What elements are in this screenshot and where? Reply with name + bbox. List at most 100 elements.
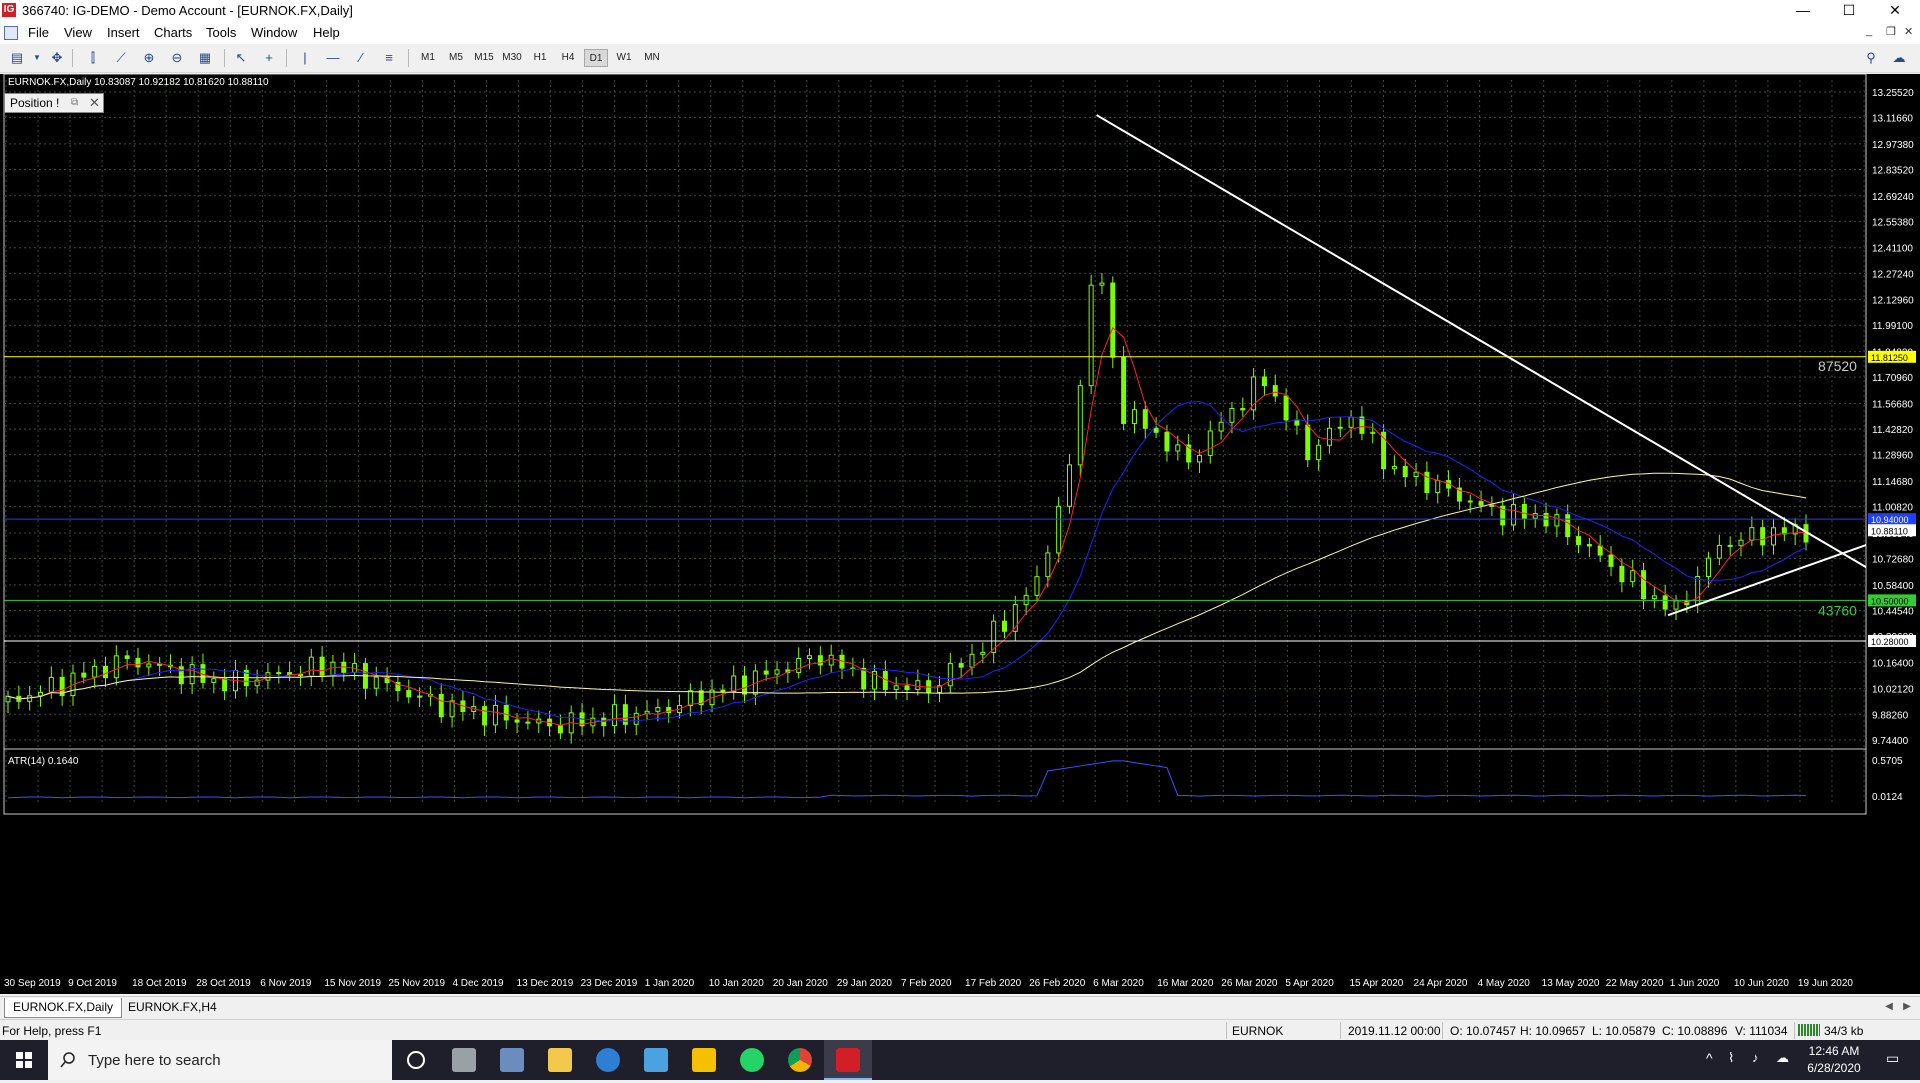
- task-view-icon[interactable]: [440, 1040, 488, 1080]
- app-icon[interactable]: [488, 1040, 536, 1080]
- candle-body: [1305, 424, 1311, 461]
- cortana-icon[interactable]: [392, 1040, 440, 1080]
- tab-eurnok-h4[interactable]: EURNOK.FX,H4: [120, 998, 225, 1017]
- tile-windows-icon[interactable]: ▦: [196, 49, 214, 67]
- notification-icon[interactable]: ▭: [1886, 1050, 1899, 1067]
- timeframe-d1[interactable]: D1: [584, 49, 608, 67]
- crosshair-icon[interactable]: +: [260, 49, 278, 67]
- candle-body: [1294, 419, 1300, 426]
- chat-icon[interactable]: ☁: [1890, 49, 1908, 67]
- timeframe-w1[interactable]: W1: [612, 49, 636, 67]
- price-axis-label: 11.14680: [1872, 477, 1913, 488]
- timeframe-m5[interactable]: M5: [444, 49, 468, 67]
- candle-body: [1196, 454, 1202, 463]
- close-icon[interactable]: ✕: [89, 95, 100, 111]
- document-icon[interactable]: [4, 26, 18, 40]
- menu-help[interactable]: Help: [313, 25, 340, 40]
- mdi-close-button[interactable]: ✕: [1904, 25, 1913, 38]
- restore-icon[interactable]: ⧉: [71, 97, 78, 108]
- date-axis-label: 5 Apr 2020: [1285, 978, 1334, 989]
- candle-body: [1337, 426, 1343, 429]
- tab-scroll-right-icon[interactable]: ▶: [1898, 998, 1916, 1016]
- price-axis-label: 11.42820: [1872, 425, 1913, 436]
- date-axis-label: 23 Dec 2019: [581, 978, 638, 989]
- candle-body: [265, 672, 271, 681]
- chart-area[interactable]: 13.25520 13.11660 12.97380 12.83520 12.69240…: [0, 74, 1920, 994]
- timeframe-h1[interactable]: H1: [528, 49, 552, 67]
- tray-chevron-icon[interactable]: ^: [1706, 1050, 1713, 1066]
- candle-body: [1077, 385, 1083, 466]
- status-symbol: EURNOK: [1232, 1024, 1284, 1038]
- status-separator: [1442, 1022, 1443, 1039]
- vertical-line-icon[interactable]: |: [296, 49, 314, 67]
- timeframe-m30[interactable]: M30: [500, 49, 524, 67]
- cursor-icon[interactable]: ↖: [232, 49, 250, 67]
- bar-chart-icon[interactable]: ⫿: [84, 49, 102, 67]
- candle-body: [1630, 570, 1636, 583]
- date-axis-label: 10 Jan 2020: [709, 978, 764, 989]
- dropdown-arrow-icon[interactable]: ▼: [28, 49, 46, 67]
- hline-label-43760: 43760: [1818, 602, 1857, 618]
- candle-body: [1467, 500, 1473, 503]
- menu-tools[interactable]: Tools: [206, 25, 236, 40]
- horizontal-line-icon[interactable]: —: [324, 49, 342, 67]
- candle-body: [449, 700, 455, 718]
- price-axis-label: 13.11660: [1872, 114, 1913, 125]
- close-button[interactable]: ✕: [1872, 0, 1918, 22]
- volume-icon[interactable]: ♪: [1752, 1050, 1759, 1065]
- zoom-out-icon[interactable]: ⊖: [168, 49, 186, 67]
- price-chart[interactable]: 13.25520 13.11660 12.97380 12.83520 12.69240…: [0, 74, 1920, 994]
- position-panel-label: Position !: [10, 96, 60, 110]
- ig-icon[interactable]: [824, 1040, 872, 1080]
- channel-icon[interactable]: ≡: [380, 49, 398, 67]
- price-axis-label: 9.88260: [1872, 710, 1909, 721]
- wifi-icon[interactable]: ⌇: [1728, 1050, 1734, 1066]
- search-icon[interactable]: ⚲: [1862, 49, 1880, 67]
- clock-date[interactable]: 6/28/2020: [1796, 1061, 1872, 1075]
- line-chart-icon[interactable]: ⟋: [112, 49, 130, 67]
- candle-body: [406, 690, 412, 698]
- status-separator: [1340, 1022, 1341, 1039]
- new-chart-icon[interactable]: ▤: [8, 49, 26, 67]
- onedrive-icon[interactable]: ☁: [1776, 1050, 1789, 1066]
- candle-body: [1153, 427, 1159, 433]
- clock-time[interactable]: 12:46 AM: [1796, 1044, 1872, 1058]
- menu-charts[interactable]: Charts: [154, 25, 192, 40]
- candle-body: [1240, 408, 1246, 411]
- menu-insert[interactable]: Insert: [107, 25, 140, 40]
- candle-body: [774, 669, 780, 675]
- candle-body: [807, 655, 813, 659]
- mdi-minimize-button[interactable]: _: [1866, 25, 1872, 37]
- trendline-icon[interactable]: ∕: [352, 49, 370, 67]
- position-panel[interactable]: Position ! ⧉ ✕: [4, 93, 104, 113]
- price-axis-label: 10.44540: [1872, 606, 1914, 617]
- candle-body: [1554, 514, 1560, 527]
- candle-body: [1771, 527, 1777, 546]
- start-button[interactable]: [0, 1040, 48, 1080]
- menu-window[interactable]: Window: [251, 25, 297, 40]
- computer-icon[interactable]: [632, 1040, 680, 1080]
- tab-scroll-left-icon[interactable]: ◀: [1880, 998, 1898, 1016]
- edge-icon[interactable]: [584, 1040, 632, 1080]
- maximize-button[interactable]: ☐: [1826, 0, 1872, 22]
- minimize-button[interactable]: —: [1780, 0, 1826, 22]
- timeframe-m15[interactable]: M15: [472, 49, 496, 67]
- mdi-restore-button[interactable]: ❐: [1886, 25, 1896, 38]
- sticky-icon[interactable]: [680, 1040, 728, 1080]
- menu-file[interactable]: File: [28, 25, 49, 40]
- tab-eurnok-daily[interactable]: EURNOK.FX,Daily: [4, 998, 123, 1018]
- zoom-in-icon[interactable]: ⊕: [140, 49, 158, 67]
- crosshair-move-icon[interactable]: ✥: [48, 49, 66, 67]
- whatsapp-icon[interactable]: [728, 1040, 776, 1080]
- windows-logo-icon: [16, 1052, 32, 1068]
- candle-body: [1608, 554, 1614, 567]
- timeframe-m1[interactable]: M1: [416, 49, 440, 67]
- menu-view[interactable]: View: [64, 25, 92, 40]
- timeframe-mn[interactable]: MN: [640, 49, 664, 67]
- taskbar-search-box[interactable]: Type here to search: [48, 1040, 392, 1080]
- candle-body: [102, 665, 108, 679]
- candle-body: [1424, 471, 1430, 494]
- chrome-icon[interactable]: [776, 1040, 824, 1080]
- timeframe-h4[interactable]: H4: [556, 49, 580, 67]
- file-explorer-icon[interactable]: [536, 1040, 584, 1080]
